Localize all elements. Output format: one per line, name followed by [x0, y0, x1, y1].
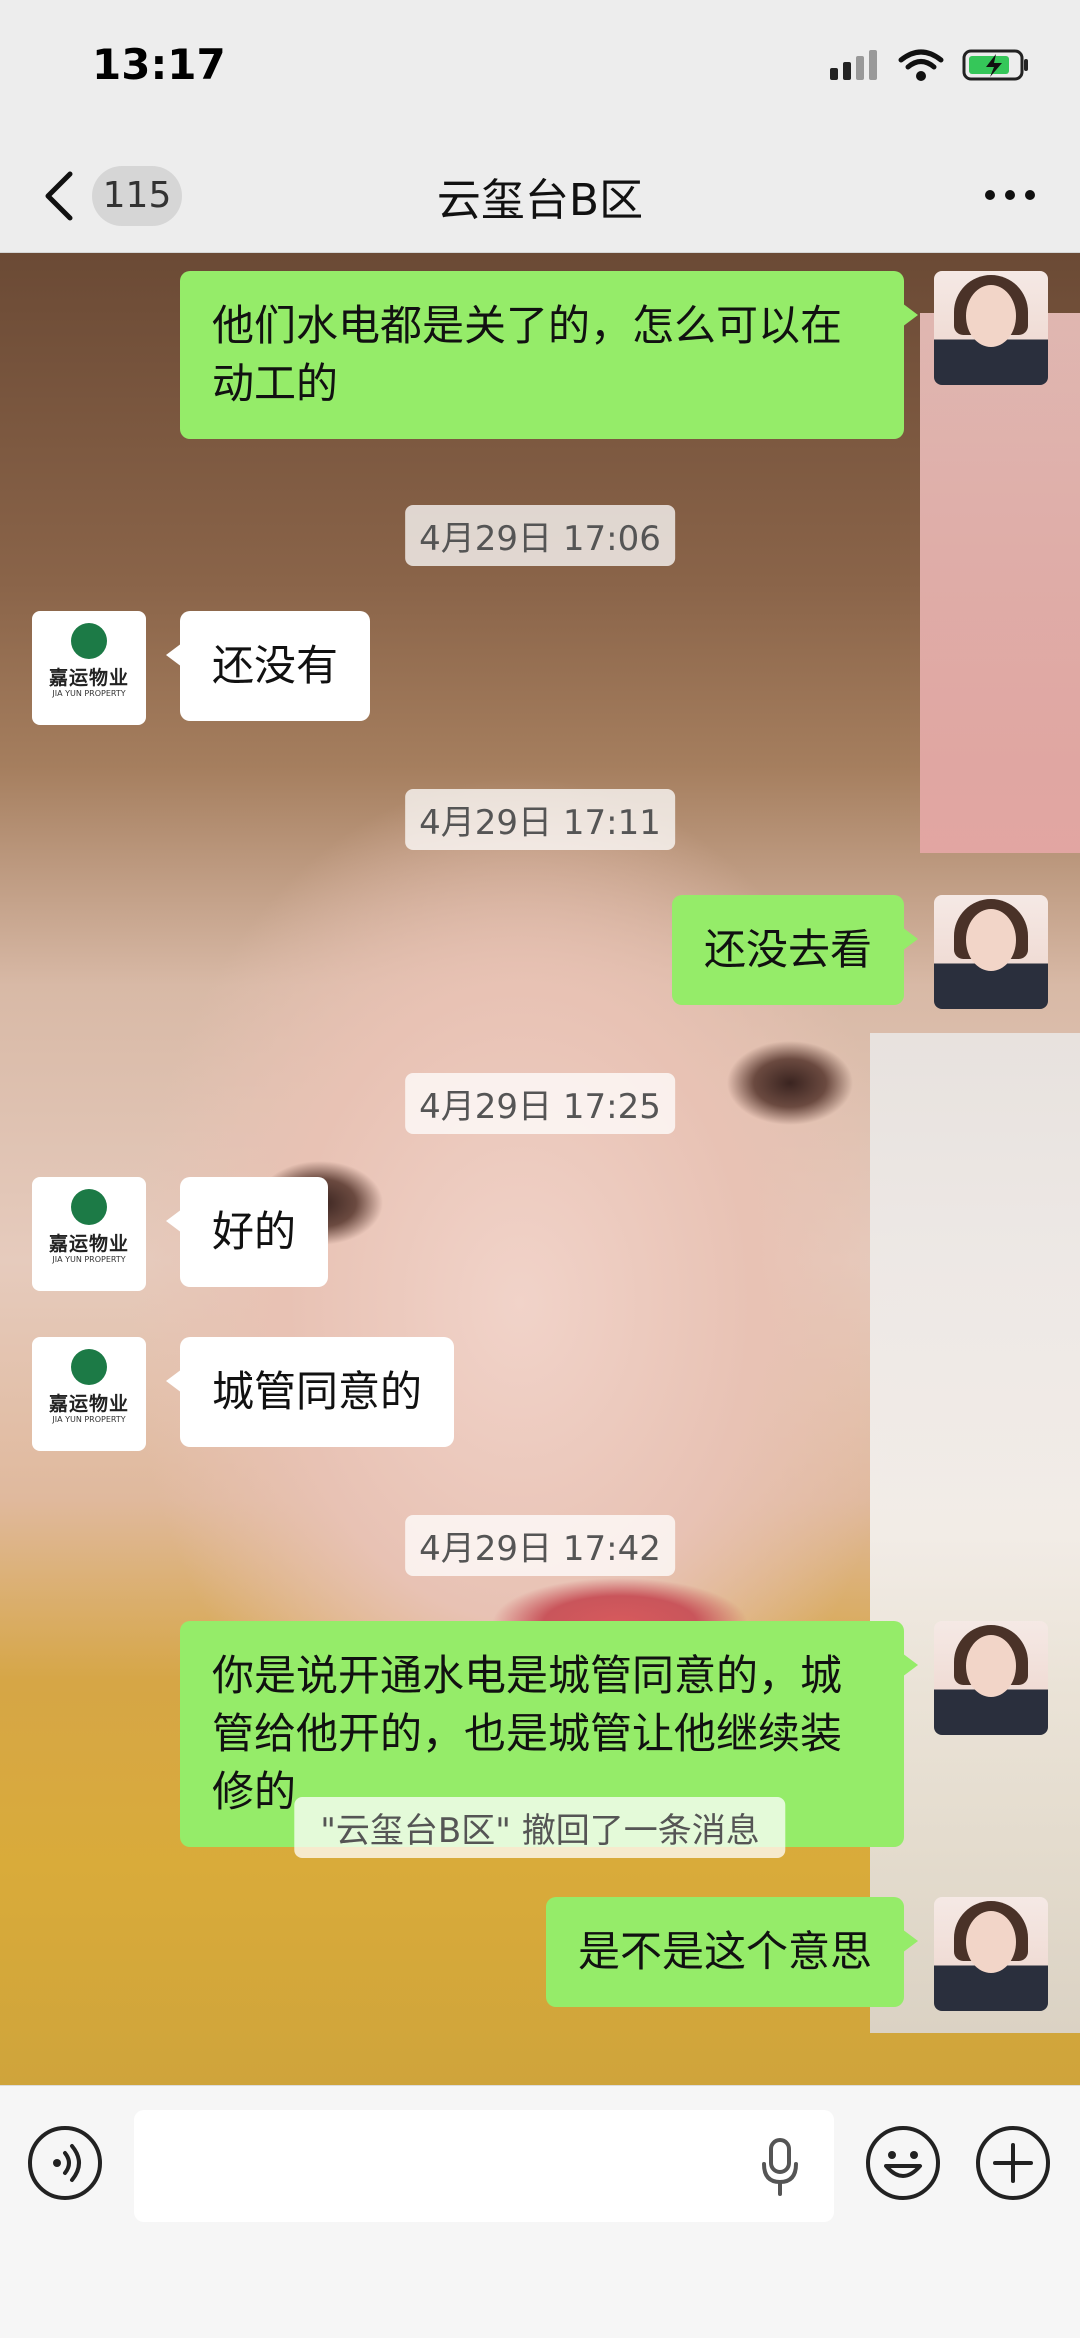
- contact-logo-sub: JIA YUN PROPERTY: [52, 1255, 126, 1264]
- battery-icon: [962, 49, 1028, 81]
- message-input[interactable]: [134, 2110, 834, 2222]
- contact-avatar[interactable]: 嘉运物业 JIA YUN PROPERTY: [32, 611, 146, 725]
- contact-logo-name: 嘉运物业: [48, 1233, 129, 1255]
- my-avatar[interactable]: [934, 895, 1048, 1009]
- contact-logo-name: 嘉运物业: [48, 667, 129, 689]
- signal-icon: [830, 50, 877, 80]
- timestamp: 4月29日 17:25: [405, 1073, 675, 1134]
- status-icons: [828, 48, 1030, 82]
- more-dots-icon[interactable]: [982, 180, 1038, 210]
- voice-icon[interactable]: [28, 2126, 102, 2200]
- message-bubble-in[interactable]: 好的: [165, 1177, 329, 1287]
- my-avatar[interactable]: [934, 1621, 1048, 1735]
- message-bubble-out[interactable]: 是不是这个意思: [545, 1897, 919, 2007]
- status-time: 13:17: [92, 40, 226, 89]
- contact-avatar[interactable]: 嘉运物业 JIA YUN PROPERTY: [32, 1177, 146, 1291]
- microphone-icon[interactable]: [760, 2138, 800, 2196]
- message-bubble-out[interactable]: 他们水电都是关了的，怎么可以在动工的: [180, 271, 918, 439]
- message-bubble-out[interactable]: 还没去看: [671, 895, 919, 1005]
- timestamp: 4月29日 17:06: [405, 505, 675, 566]
- message-bubble-in[interactable]: 城管同意的: [165, 1337, 455, 1447]
- recall-notice: "云玺台B区" 撤回了一条消息: [294, 1797, 786, 1858]
- my-avatar[interactable]: [934, 1897, 1048, 2011]
- message-bubble-in[interactable]: 还没有: [165, 611, 371, 721]
- emoji-icon[interactable]: [866, 2126, 940, 2200]
- timestamp: 4月29日 17:11: [405, 789, 675, 850]
- chat-title: 云玺台B区: [436, 175, 644, 226]
- wifi-icon: [898, 49, 944, 81]
- plus-icon[interactable]: [976, 2126, 1050, 2200]
- status-bar: 13:17: [0, 0, 1080, 140]
- my-avatar[interactable]: [934, 271, 1048, 385]
- contact-logo-sub: JIA YUN PROPERTY: [52, 1415, 126, 1424]
- contact-avatar[interactable]: 嘉运物业 JIA YUN PROPERTY: [32, 1337, 146, 1451]
- contact-logo-name: 嘉运物业: [48, 1393, 129, 1415]
- timestamp: 4月29日 17:42: [405, 1515, 675, 1576]
- input-bar: [0, 2085, 1080, 2338]
- chat-header: 115 云玺台B区: [0, 140, 1080, 253]
- contact-logo-sub: JIA YUN PROPERTY: [52, 689, 126, 698]
